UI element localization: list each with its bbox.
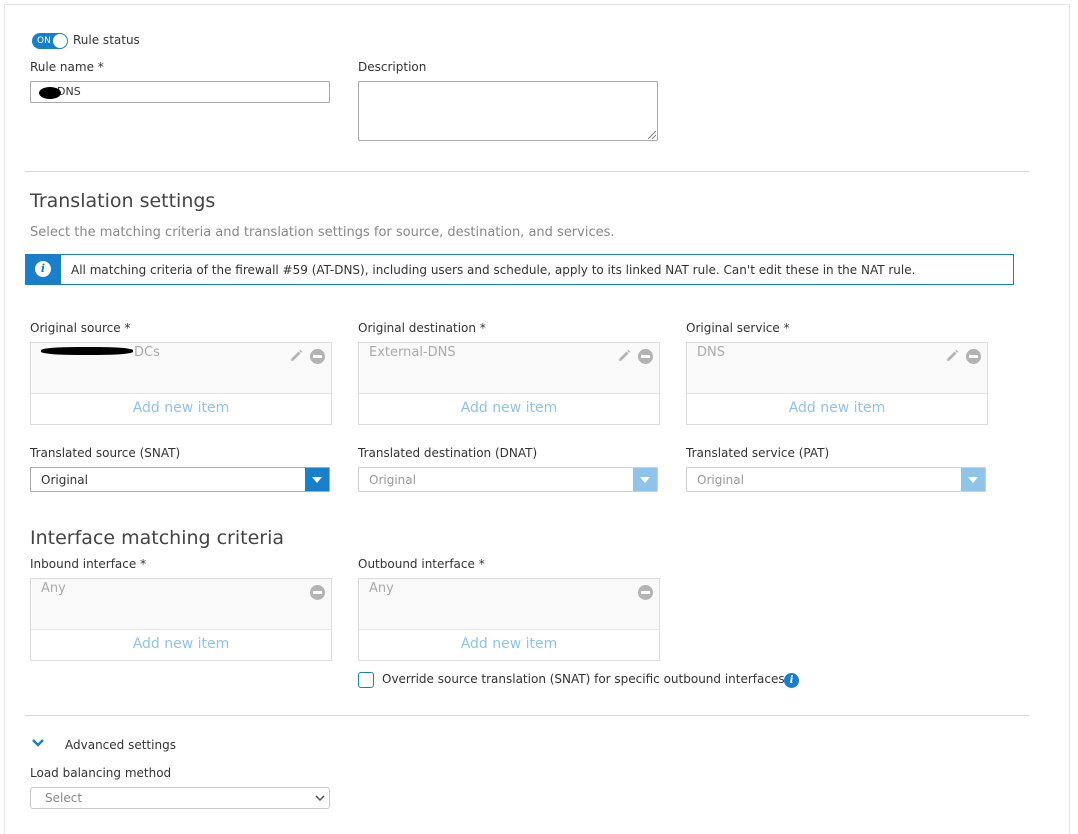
translated-destination-value: Original: [369, 473, 416, 487]
info-banner: i All matching criteria of the firewall …: [25, 254, 1014, 285]
interface-criteria-title: Interface matching criteria: [30, 527, 285, 549]
description-textarea[interactable]: [358, 81, 658, 141]
list-item: DCs: [31, 343, 331, 394]
original-source-list: DCs Add new item: [30, 342, 332, 425]
info-icon: i: [35, 261, 51, 277]
remove-icon[interactable]: [966, 349, 981, 364]
chevron-down-icon[interactable]: [633, 468, 657, 491]
original-destination-item: External-DNS: [369, 345, 456, 360]
rule-status-label: Rule status: [73, 33, 140, 47]
chevron-down-icon[interactable]: [32, 739, 44, 747]
toggle-on-text: ON: [37, 36, 51, 46]
translated-destination-label: Translated destination (DNAT): [358, 446, 538, 460]
translation-settings-title: Translation settings: [30, 190, 216, 212]
advanced-settings-toggle[interactable]: Advanced settings: [65, 738, 176, 752]
original-source-item: DCs: [134, 345, 160, 360]
chevron-down-icon[interactable]: [305, 468, 329, 491]
chevron-down-icon[interactable]: [961, 468, 985, 491]
remove-icon[interactable]: [638, 585, 653, 600]
original-destination-label: Original destination *: [358, 321, 486, 335]
translated-source-label: Translated source (SNAT): [30, 446, 181, 460]
original-service-list: DNS Add new item: [686, 342, 988, 425]
original-destination-list: External-DNS Add new item: [358, 342, 660, 425]
outbound-interface-add-button[interactable]: Add new item: [359, 629, 659, 660]
chevron-down-icon: [315, 795, 325, 802]
translation-settings-subtitle: Select the matching criteria and transla…: [30, 225, 615, 240]
original-source-add-button[interactable]: Add new item: [31, 393, 331, 424]
inbound-interface-label: Inbound interface *: [30, 557, 147, 571]
section-divider: [25, 715, 1029, 716]
load-balancing-select[interactable]: Select: [30, 787, 330, 809]
translated-service-select[interactable]: Original: [686, 467, 986, 492]
info-banner-icon-area: i: [26, 255, 61, 284]
override-snat-checkbox[interactable]: [358, 672, 374, 688]
info-icon[interactable]: i: [784, 673, 799, 688]
translated-source-value: Original: [41, 473, 88, 487]
redaction-mark: [41, 347, 133, 355]
translated-service-value: Original: [697, 473, 744, 487]
pencil-icon[interactable]: [945, 349, 959, 363]
outbound-interface-label: Outbound interface *: [358, 557, 485, 571]
remove-icon[interactable]: [638, 349, 653, 364]
textarea-resize-grip[interactable]: [648, 131, 656, 139]
outbound-interface-list: Any Add new item: [358, 578, 660, 661]
outbound-interface-item: Any: [369, 581, 394, 596]
translated-source-select[interactable]: Original: [30, 467, 330, 492]
inbound-interface-item: Any: [41, 581, 66, 596]
list-item: Any: [31, 579, 331, 630]
override-snat-label: Override source translation (SNAT) for s…: [382, 672, 785, 686]
rule-name-label: Rule name *: [30, 60, 104, 74]
original-service-item: DNS: [697, 345, 725, 360]
list-item: Any: [359, 579, 659, 630]
pencil-icon[interactable]: [289, 349, 303, 363]
original-destination-add-button[interactable]: Add new item: [359, 393, 659, 424]
original-service-label: Original service *: [686, 321, 790, 335]
toggle-knob: [53, 34, 67, 48]
section-divider: [25, 171, 1029, 172]
translated-destination-select[interactable]: Original: [358, 467, 658, 492]
redaction-mark: [39, 87, 61, 99]
list-item: External-DNS: [359, 343, 659, 394]
remove-icon[interactable]: [310, 349, 325, 364]
original-source-label: Original source *: [30, 321, 131, 335]
original-service-add-button[interactable]: Add new item: [687, 393, 987, 424]
load-balancing-value: Select: [45, 791, 83, 805]
translated-service-label: Translated service (PAT): [686, 446, 830, 460]
inbound-interface-add-button[interactable]: Add new item: [31, 629, 331, 660]
rule-status-toggle[interactable]: ON: [32, 33, 68, 49]
load-balancing-label: Load balancing method: [30, 766, 172, 780]
description-label: Description: [358, 60, 427, 74]
rule-name-input[interactable]: DNS: [30, 81, 330, 103]
list-item: DNS: [687, 343, 987, 394]
inbound-interface-list: Any Add new item: [30, 578, 332, 661]
info-banner-text: All matching criteria of the firewall #5…: [71, 263, 916, 277]
pencil-icon[interactable]: [617, 349, 631, 363]
remove-icon[interactable]: [310, 585, 325, 600]
